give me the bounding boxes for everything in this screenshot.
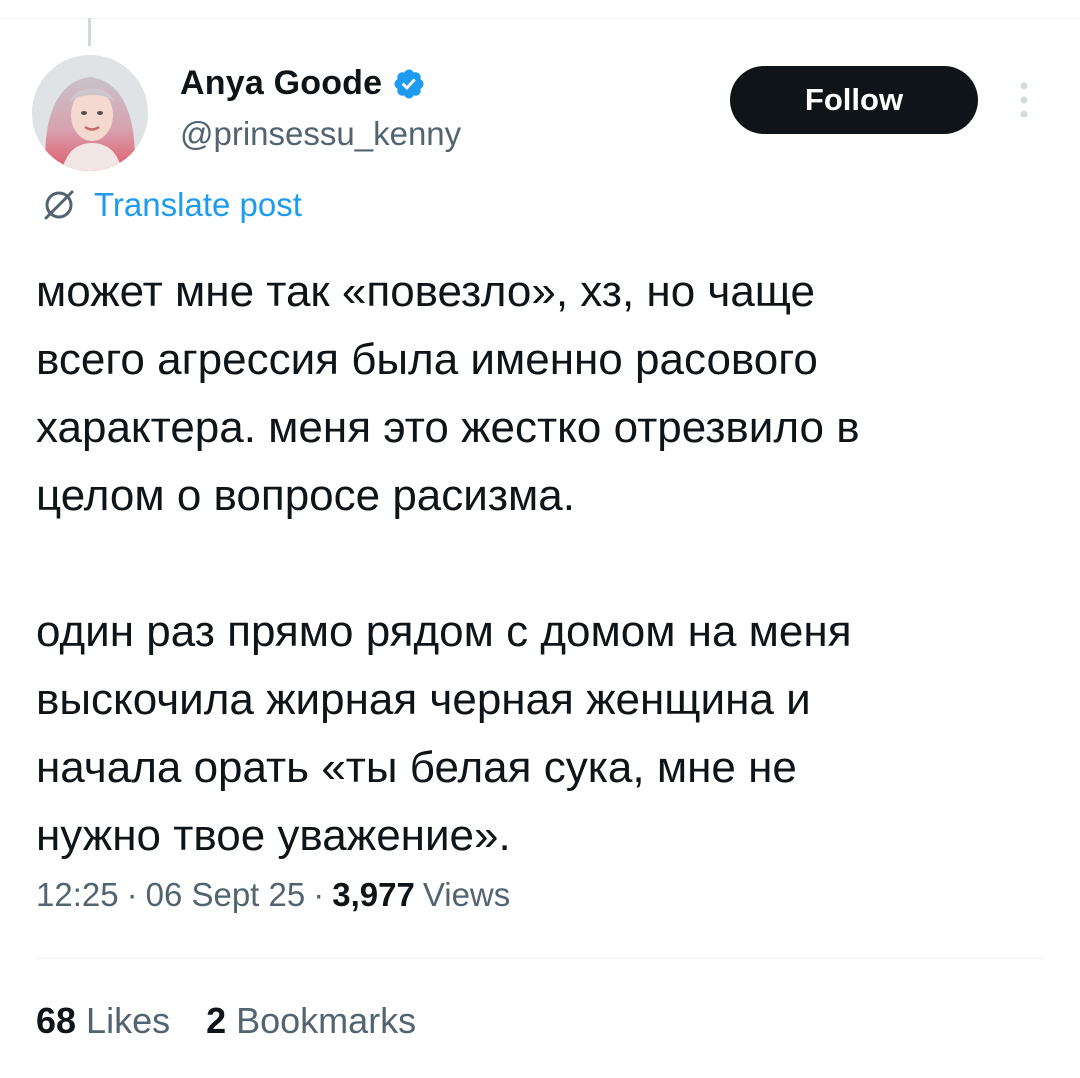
thread-connector-line (88, 18, 91, 46)
author-display-name[interactable]: Anya Goode (180, 64, 382, 103)
avatar[interactable] (32, 55, 148, 171)
verified-badge-icon (392, 67, 426, 101)
post-meta: 12:25 · 06 Sept 25 · 3,977 Views (36, 876, 510, 914)
stats-divider (36, 958, 1044, 959)
avatar-image (32, 55, 148, 171)
bookmarks-count[interactable]: 2 (206, 1000, 226, 1042)
views-count: 3,977 (332, 876, 415, 913)
views-label: Views (422, 876, 511, 913)
meta-separator: · (313, 876, 325, 913)
bookmarks-label[interactable]: Bookmarks (236, 1000, 416, 1042)
likes-label[interactable]: Likes (86, 1000, 170, 1042)
post-paragraph: один раз прямо рядом с домом на меня выс… (36, 607, 852, 860)
top-divider (0, 18, 1080, 19)
more-vertical-icon[interactable] (1014, 80, 1034, 120)
translate-icon (40, 186, 78, 224)
author-name-row[interactable]: Anya Goode (180, 64, 426, 103)
likes-count[interactable]: 68 (36, 1000, 76, 1042)
post-body: может мне так «повезло», хз, но чаще все… (36, 258, 1056, 870)
author-handle[interactable]: @prinsessu_kenny (180, 115, 461, 153)
follow-button[interactable]: Follow (730, 66, 978, 134)
post-date[interactable]: 06 Sept 25 (146, 876, 306, 914)
translate-post-link[interactable]: Translate post (40, 186, 302, 224)
meta-separator: · (126, 876, 138, 913)
translate-post-label[interactable]: Translate post (94, 186, 302, 224)
tweet-page: Anya Goode @prinsessu_kenny Follow Trans… (0, 0, 1080, 1078)
engagement-stats: 68 Likes 2 Bookmarks (36, 1000, 452, 1042)
post-paragraph: может мне так «повезло», хз, но чаще все… (36, 267, 860, 520)
post-time[interactable]: 12:25 (36, 876, 119, 914)
